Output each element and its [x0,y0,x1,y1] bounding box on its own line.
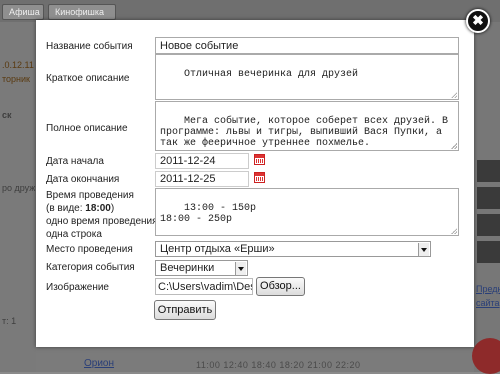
time-label-line2: (в виде: 18:00) [46,203,115,214]
category-selected-value: Вечеринки [160,262,215,274]
bg-cinema-link: Орион [84,358,115,369]
submit-button[interactable]: Отправить [154,300,216,320]
background-topbar: Афиша Кинофишка [0,0,500,22]
time-label-line4: одна строка [46,229,102,240]
time-label-line1: Время проведения [46,190,134,201]
time-label-line3: одно время проведения - [46,216,164,227]
full-desc-textarea[interactable]: Мега событие, которое соберет всех друзе… [155,101,459,151]
short-desc-label: Краткое описание [46,73,130,84]
venue-select[interactable]: Центр отдыха «Ерши» [155,241,431,257]
full-desc-text: Мега событие, которое соберет всех друзе… [160,116,455,149]
bg-fragment: ск [2,110,12,120]
bg-kinofishka-button: Кинофишка [48,4,116,20]
short-desc-text: Отличная вечеринка для друзей [184,69,359,80]
image-file-input[interactable]: C:\Users\vadim\Deskt [155,278,253,295]
event-name-label: Название события [46,41,133,52]
category-select[interactable]: Вечеринки [155,260,248,276]
resize-handle-icon[interactable] [451,228,457,234]
bg-showtimes: 11:00 12:40 18:40 18:20 21:00 22:20 [196,360,361,370]
bg-right-link: сайта [476,298,500,308]
venue-label: Место проведения [46,244,133,255]
bg-thumbnail [477,160,500,182]
time-textarea[interactable]: 13:00 - 150р 18:00 - 250р [155,188,459,236]
chevron-down-icon[interactable] [235,262,246,275]
create-event-dialog: Название события Новое событие Краткое о… [36,20,474,347]
resize-handle-icon[interactable] [451,92,457,98]
start-date-label: Дата начала [46,156,104,167]
bg-right-link: Предн [476,284,500,294]
bg-thumbnail [477,187,500,209]
time-text: 13:00 - 150р 18:00 - 250р [160,203,257,225]
end-date-input[interactable]: 2011-12-25 [155,171,249,187]
bg-thumbnail [477,214,500,236]
chevron-down-icon[interactable] [418,243,429,256]
calendar-icon[interactable] [254,172,265,183]
image-label: Изображение [46,282,109,293]
bg-logo [472,338,500,374]
venue-selected-value: Центр отдыха «Ерши» [160,243,275,255]
event-name-input[interactable]: Новое событие [155,37,459,54]
start-date-input[interactable]: 2011-12-24 [155,153,249,169]
time-label: Время проведения (в виде: 18:00) одно вр… [46,189,164,241]
close-icon[interactable]: ✖ [466,9,490,33]
bg-count: т: 1 [2,316,17,326]
calendar-icon[interactable] [254,154,265,165]
bg-day: торник [2,74,30,84]
bg-date: .0.12.11 [2,60,34,70]
browse-button[interactable]: Обзор... [256,277,305,296]
end-date-label: Дата окончания [46,174,120,185]
category-label: Категория события [46,262,135,273]
bg-friends: ро друж [2,183,36,193]
bg-thumbnail [477,241,500,263]
full-desc-label: Полное описание [46,123,128,134]
resize-handle-icon[interactable] [451,143,457,149]
short-desc-textarea[interactable]: Отличная вечеринка для друзей [155,54,459,100]
bg-afisha-button: Афиша [2,4,44,20]
